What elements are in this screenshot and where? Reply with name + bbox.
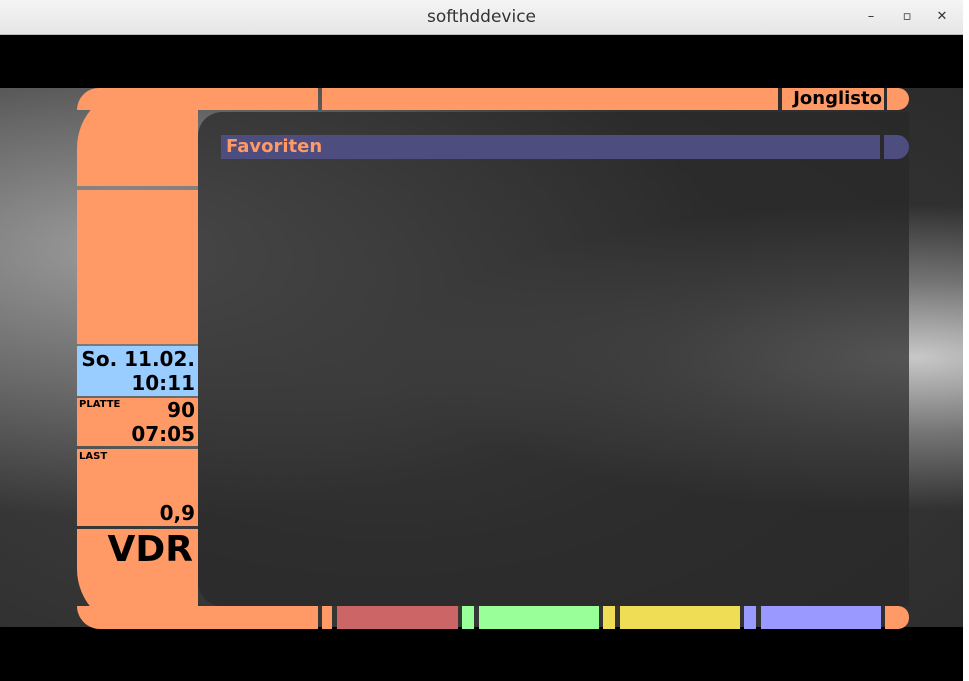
blue-key-button[interactable] (761, 606, 881, 629)
date-text: So. 11.02. (81, 347, 195, 371)
top-frame-cap (887, 88, 909, 110)
maximize-button[interactable]: ▫ (896, 8, 918, 26)
window-title: softhddevice (426, 7, 536, 27)
list-title: Favoriten (226, 136, 323, 157)
minimize-button[interactable]: – (860, 8, 882, 26)
bottom-frame-cap (885, 606, 909, 629)
time-text: 10:11 (131, 371, 195, 395)
osd-content-panel (198, 112, 909, 606)
window-edge (963, 0, 969, 681)
green-key-spacer (462, 606, 474, 629)
yellow-key-button[interactable] (620, 606, 740, 629)
load-value: 0,9 (159, 501, 195, 525)
bottom-frame-spacer (322, 606, 332, 629)
blue-key-spacer (744, 606, 756, 629)
disk-percent: 90 (167, 398, 195, 422)
close-button[interactable]: ✕ (931, 8, 953, 26)
top-frame-bar (322, 88, 778, 110)
red-key-button[interactable] (337, 606, 458, 629)
load-label: LAST (79, 451, 108, 462)
app-window: softhddevice – ▫ ✕ Jonglisto So. 11.02. … (0, 0, 969, 681)
left-frame-segment (77, 190, 198, 344)
green-key-button[interactable] (479, 606, 599, 629)
bottom-frame-left (77, 606, 318, 629)
yellow-key-spacer (603, 606, 615, 629)
vdr-logo-text: VDR (107, 529, 193, 570)
disk-time: 07:05 (131, 422, 195, 446)
menu-title: Jonglisto (793, 88, 882, 109)
window-titlebar[interactable]: softhddevice – ▫ ✕ (0, 0, 963, 35)
list-title-cap (884, 135, 909, 159)
